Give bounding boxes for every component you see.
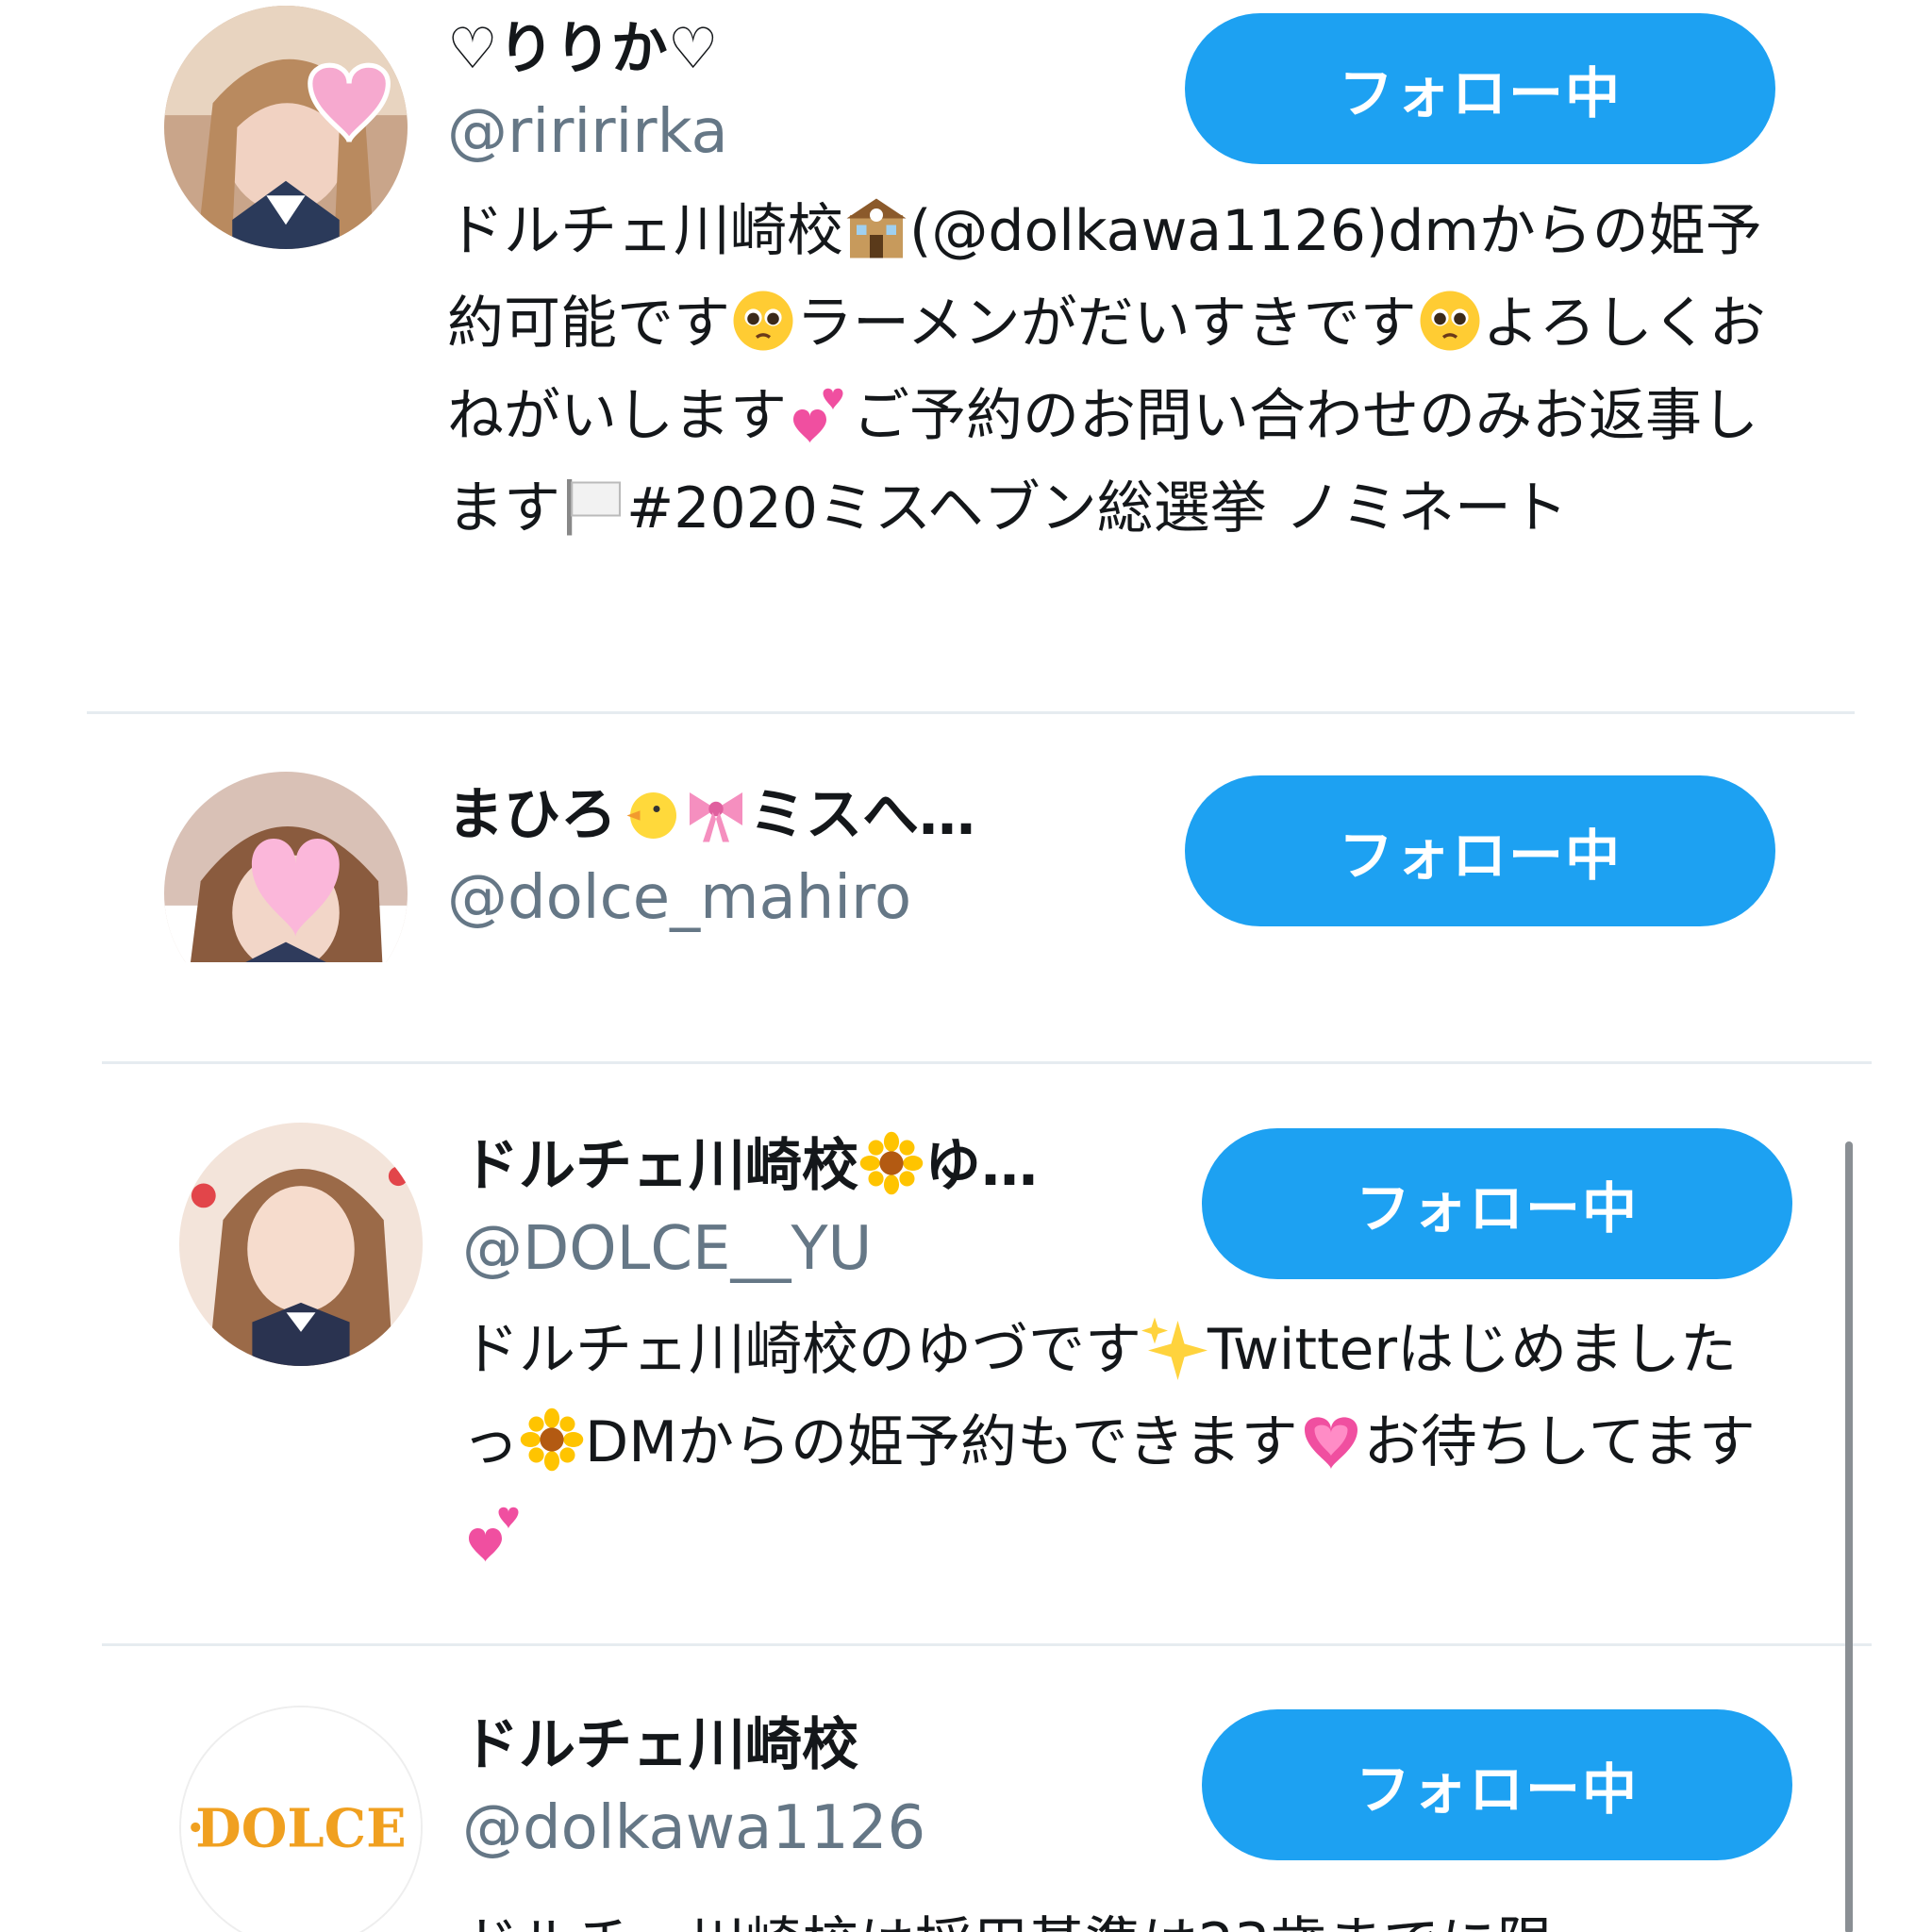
scrollbar[interactable] bbox=[1845, 1141, 1853, 1932]
display-name[interactable]: ♡りりか♡ bbox=[447, 11, 719, 87]
user-handle[interactable]: @dolce_mahiro bbox=[447, 860, 911, 936]
school-emoji bbox=[843, 195, 909, 261]
divider bbox=[87, 711, 1855, 714]
display-name[interactable]: ドルチェ川崎校 bbox=[462, 1707, 858, 1783]
user-handle[interactable]: @riririrka bbox=[447, 94, 728, 170]
dolce-logo-text: DOLCE bbox=[195, 1798, 406, 1859]
user-handle[interactable]: @DOLCE__YU bbox=[462, 1211, 872, 1287]
user-card[interactable]: まひろ ミスへ… @dolce_mahiro フォロー中 bbox=[0, 755, 1932, 962]
divider bbox=[102, 1643, 1872, 1646]
following-list: ♡りりか♡ @riririrka フォロー中 ドルチェ川崎校 (@dolkawa1… bbox=[0, 0, 1932, 1932]
white-flag-emoji bbox=[560, 473, 626, 539]
display-name-suffix: ゆ… bbox=[924, 1133, 1038, 1199]
user-card[interactable]: ドルチェ川崎校 ゆ… @DOLCE__YU フォロー中 ドルチェ川崎校のゆづです T… bbox=[0, 1094, 1932, 1632]
two-hearts-emoji bbox=[787, 380, 853, 446]
pleading-face-emoji bbox=[730, 288, 796, 354]
display-name-text: まひろ bbox=[447, 782, 617, 848]
chick-emoji bbox=[617, 779, 683, 845]
display-name-text: ドルチェ川崎校 bbox=[462, 1133, 858, 1199]
display-name-suffix: ミスへ… bbox=[749, 782, 975, 848]
pleading-face-emoji bbox=[1417, 288, 1483, 354]
sparkles-emoji bbox=[1141, 1314, 1208, 1380]
following-button[interactable]: フォロー中 bbox=[1202, 1128, 1792, 1279]
following-button[interactable]: フォロー中 bbox=[1185, 775, 1775, 926]
avatar[interactable] bbox=[179, 1123, 423, 1366]
ribbon-emoji bbox=[683, 779, 749, 845]
user-card[interactable]: DOLCE ドルチェ川崎校 @dolkawa1126 フォロー中 ドルチェ川崎校… bbox=[0, 1679, 1932, 1932]
user-bio: ドルチェ川崎校 (@dolkawa1126)dmからの姫予約可能です ラーメンがだい… bbox=[447, 185, 1787, 555]
sunflower-emoji bbox=[519, 1407, 585, 1473]
divider bbox=[102, 1061, 1872, 1064]
user-bio: ドルチェ川崎校のゆづです Twitterはじめましたっ DMからの姫予約もできますお… bbox=[462, 1304, 1783, 1581]
bio-text: ラーメンがだいすきです bbox=[796, 291, 1417, 357]
two-hearts-emoji bbox=[462, 1499, 528, 1565]
bio-text: ドルチェ川崎校のゆづです bbox=[462, 1317, 1141, 1383]
user-handle[interactable]: @dolkawa1126 bbox=[462, 1790, 925, 1866]
avatar[interactable] bbox=[164, 772, 408, 962]
user-bio: ドルチェ川崎校は採用基準は23歳までに限 bbox=[462, 1898, 1783, 1932]
user-card[interactable]: ♡りりか♡ @riririrka フォロー中 ドルチェ川崎校 (@dolkawa1… bbox=[0, 0, 1932, 717]
avatar[interactable]: DOLCE bbox=[179, 1706, 423, 1932]
bio-text: ドルチェ川崎校 bbox=[447, 198, 843, 264]
growing-heart-emoji bbox=[1298, 1407, 1364, 1473]
display-name[interactable]: ドルチェ川崎校 ゆ… bbox=[462, 1128, 1038, 1204]
hashtag-link[interactable]: #2020ミスヘブン総選挙 ノミネート bbox=[626, 475, 1568, 541]
following-button[interactable]: フォロー中 bbox=[1185, 13, 1775, 164]
following-button[interactable]: フォロー中 bbox=[1202, 1709, 1792, 1860]
sunflower-emoji bbox=[858, 1130, 924, 1196]
bio-text: お待ちしてます bbox=[1363, 1409, 1756, 1475]
display-name[interactable]: まひろ ミスへ… bbox=[447, 777, 975, 853]
bio-text: DMからの姫予約もできます bbox=[585, 1409, 1298, 1475]
avatar[interactable] bbox=[164, 6, 408, 249]
